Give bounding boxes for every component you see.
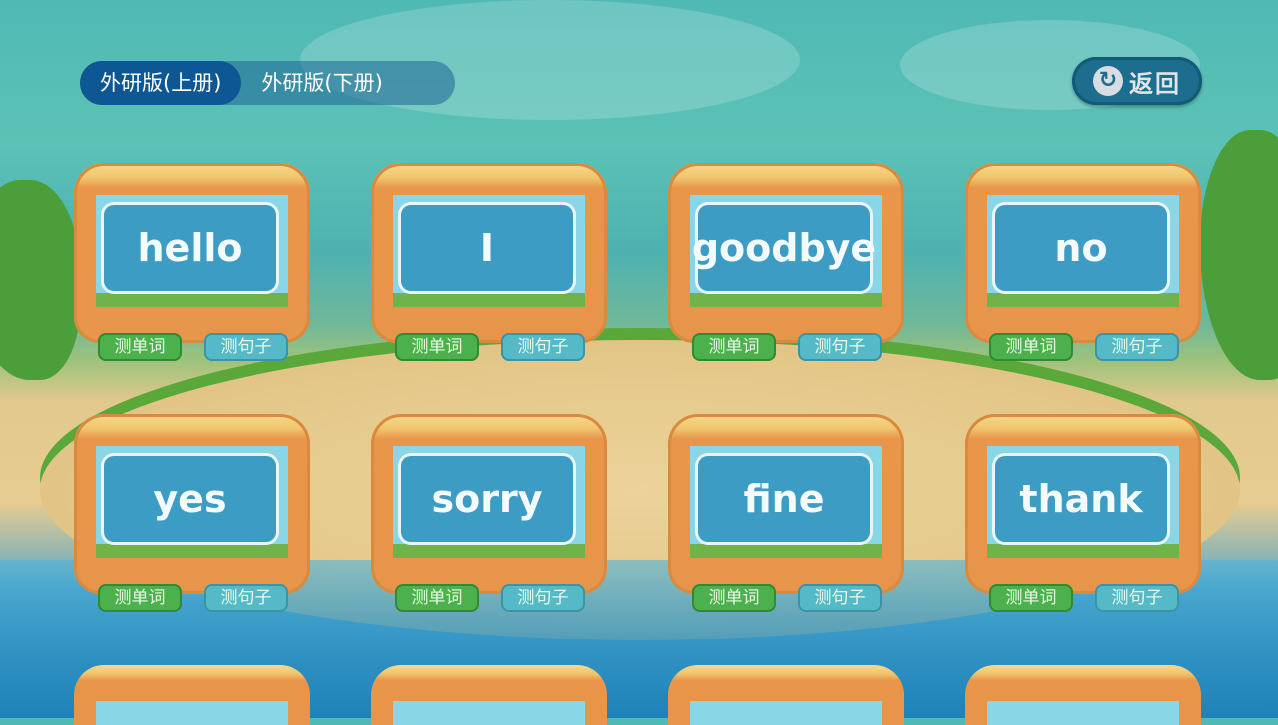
card-partial: [74, 665, 310, 725]
grass-decoration: [96, 293, 288, 307]
word-label[interactable]: sorry: [401, 456, 573, 542]
test-word-button[interactable]: 测单词: [395, 584, 479, 612]
card-screen: [393, 701, 585, 725]
word-card: yes 测单词 测句子: [74, 414, 310, 612]
test-sentence-button[interactable]: 测句子: [501, 584, 585, 612]
textbook-tabs: 外研版(上册) 外研版(下册): [80, 61, 455, 105]
test-word-button[interactable]: 测单词: [395, 333, 479, 361]
tab-volume-1[interactable]: 外研版(上册): [80, 61, 242, 105]
word-card: hello 测单词 测句子: [74, 163, 310, 361]
test-sentence-button[interactable]: 测句子: [1095, 333, 1179, 361]
word-label[interactable]: I: [401, 205, 573, 291]
background-foliage-right: [1200, 130, 1278, 380]
card-screen: goodbye: [690, 195, 882, 307]
word-label[interactable]: no: [995, 205, 1167, 291]
test-word-button[interactable]: 测单词: [692, 584, 776, 612]
grass-decoration: [987, 293, 1179, 307]
word-card: thank 测单词 测句子: [965, 414, 1201, 612]
card-screen: fine: [690, 446, 882, 558]
card-screen: [987, 701, 1179, 725]
grass-decoration: [96, 544, 288, 558]
word-label[interactable]: thank: [995, 456, 1167, 542]
grass-decoration: [393, 293, 585, 307]
word-card: fine 测单词 测句子: [668, 414, 904, 612]
grass-decoration: [690, 293, 882, 307]
card-partial: [668, 665, 904, 725]
refresh-arrow-icon: ↻: [1093, 66, 1123, 96]
test-sentence-button[interactable]: 测句子: [501, 333, 585, 361]
word-label[interactable]: goodbye: [692, 205, 876, 291]
card-screen: thank: [987, 446, 1179, 558]
word-label[interactable]: yes: [104, 456, 276, 542]
test-sentence-button[interactable]: 测句子: [204, 584, 288, 612]
test-sentence-button[interactable]: 测句子: [1095, 584, 1179, 612]
test-sentence-button[interactable]: 测句子: [204, 333, 288, 361]
word-card: I 测单词 测句子: [371, 163, 607, 361]
back-button[interactable]: ↻ 返回: [1072, 57, 1202, 105]
word-card: no 测单词 测句子: [965, 163, 1201, 361]
background-foliage-left: [0, 180, 80, 380]
test-sentence-button[interactable]: 测句子: [798, 333, 882, 361]
card-screen: I: [393, 195, 585, 307]
test-word-button[interactable]: 测单词: [692, 333, 776, 361]
card-partial: [371, 665, 607, 725]
card-screen: [690, 701, 882, 725]
card-screen: no: [987, 195, 1179, 307]
card-partial: [965, 665, 1201, 725]
tab-volume-2[interactable]: 外研版(下册): [241, 61, 402, 105]
test-word-button[interactable]: 测单词: [98, 333, 182, 361]
test-word-button[interactable]: 测单词: [98, 584, 182, 612]
test-word-button[interactable]: 测单词: [989, 584, 1073, 612]
grass-decoration: [987, 544, 1179, 558]
back-label: 返回: [1129, 69, 1181, 98]
word-card: sorry 测单词 测句子: [371, 414, 607, 612]
card-screen: sorry: [393, 446, 585, 558]
test-word-button[interactable]: 测单词: [989, 333, 1073, 361]
grass-decoration: [393, 544, 585, 558]
test-sentence-button[interactable]: 测句子: [798, 584, 882, 612]
word-label[interactable]: fine: [698, 456, 870, 542]
word-label[interactable]: hello: [104, 205, 276, 291]
card-screen: yes: [96, 446, 288, 558]
word-card: goodbye 测单词 测句子: [668, 163, 904, 361]
grass-decoration: [690, 544, 882, 558]
card-screen: hello: [96, 195, 288, 307]
card-screen: [96, 701, 288, 725]
